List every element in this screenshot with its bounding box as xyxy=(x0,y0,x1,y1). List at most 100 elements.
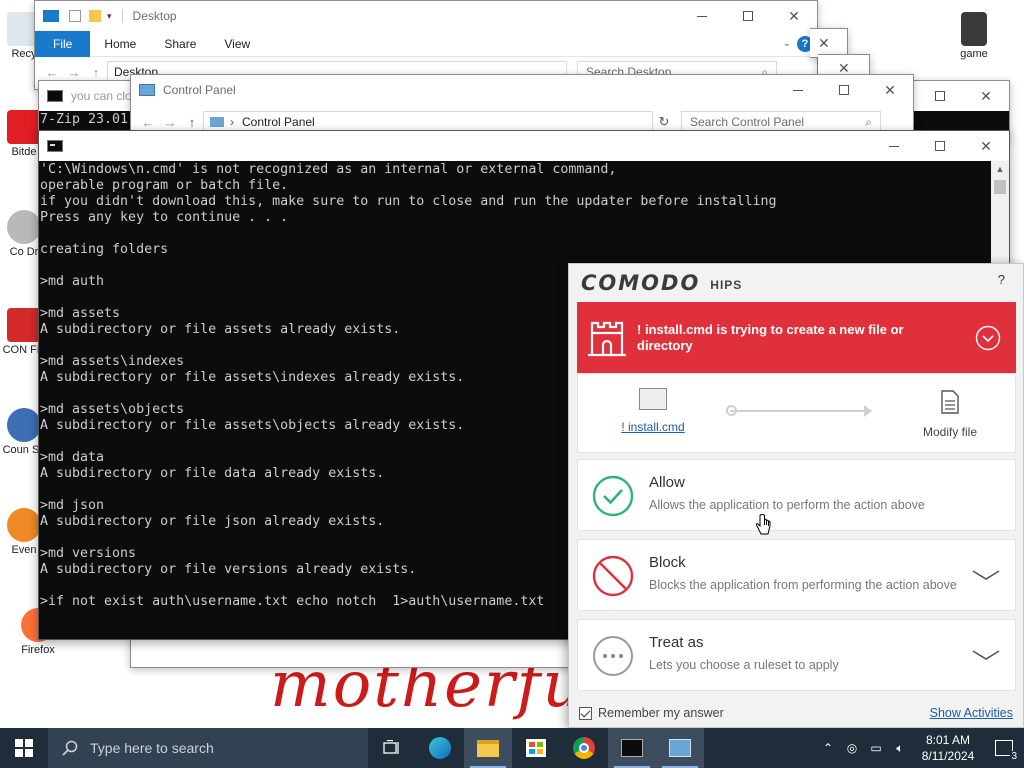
alert-banner: ! install.cmd is trying to create a new … xyxy=(577,302,1016,373)
allow-description: Allows the application to perform the ac… xyxy=(649,498,925,512)
ribbon-tab-home[interactable]: Home xyxy=(90,37,150,51)
notification-center-button[interactable]: 3 xyxy=(984,740,1024,762)
up-button[interactable]: ↑ xyxy=(181,115,203,130)
back-button[interactable]: ← xyxy=(41,65,63,80)
source-application-link[interactable]: ! install.cmd xyxy=(608,420,698,434)
ribbon-collapse-icon[interactable]: ⌄ xyxy=(783,38,791,49)
ribbon-tab-file[interactable]: File xyxy=(35,30,91,57)
block-option[interactable]: Block Blocks the application from perfor… xyxy=(577,539,1016,611)
treat-as-title: Treat as xyxy=(649,634,704,651)
desktop-icon-game[interactable]: game xyxy=(950,12,998,60)
hand-cursor-icon xyxy=(755,514,771,535)
minimize-button[interactable] xyxy=(871,131,917,161)
product-name: HIPS xyxy=(710,278,743,292)
block-title: Block xyxy=(649,554,686,571)
notification-count: 3 xyxy=(1010,751,1018,762)
block-icon xyxy=(592,555,634,597)
comodo-header: COMODO HIPS ? xyxy=(569,264,1023,302)
taskbar-chrome[interactable] xyxy=(560,728,608,768)
show-activities-link[interactable]: Show Activities xyxy=(930,706,1013,720)
close-button[interactable]: ✕ xyxy=(963,81,1009,111)
taskbar-file-explorer[interactable] xyxy=(464,728,512,768)
back-button[interactable]: ← xyxy=(137,115,159,130)
everything-icon xyxy=(7,508,41,542)
control-panel-icon xyxy=(669,739,691,757)
maximize-button[interactable] xyxy=(917,81,963,111)
console-line: operable program or batch file. xyxy=(40,178,289,193)
chevron-right-icon: › xyxy=(230,115,234,129)
windows-logo-icon xyxy=(15,739,33,757)
forward-button[interactable]: → xyxy=(63,65,85,80)
treat-as-description: Lets you choose a ruleset to apply xyxy=(649,658,839,672)
bitdefender-icon xyxy=(7,110,41,144)
more-options-icon xyxy=(592,635,634,677)
network-icon[interactable]: ▭ xyxy=(864,741,888,755)
file-icon xyxy=(941,390,959,414)
chevron-down-icon[interactable] xyxy=(971,648,1001,665)
task-view-button[interactable] xyxy=(368,728,416,768)
castle-icon xyxy=(577,302,637,373)
taskbar-cmd[interactable] xyxy=(608,728,656,768)
cmd-icon xyxy=(47,140,63,152)
close-button[interactable]: ✕ xyxy=(818,35,830,52)
taskbar-edge[interactable] xyxy=(416,728,464,768)
maximize-button[interactable] xyxy=(725,1,771,31)
dragon-icon xyxy=(7,210,41,244)
comodo-hips-dialog[interactable]: COMODO HIPS ? ! install.cmd is trying to… xyxy=(568,263,1024,728)
explorer-titlebar[interactable]: ▾ Desktop ✕ xyxy=(35,1,817,31)
close-button[interactable]: ✕ xyxy=(963,131,1009,161)
scroll-up-arrow-icon[interactable]: ▲ xyxy=(991,161,1009,178)
block-description: Blocks the application from performing t… xyxy=(649,578,957,592)
help-button[interactable]: ? xyxy=(998,272,1005,287)
console-line: 7-Zip 23.01 xyxy=(40,112,129,127)
console-line: Press any key to continue . . . xyxy=(40,210,289,225)
search-icon: ⌕ xyxy=(865,114,872,129)
action-flow: ! install.cmd Modify file xyxy=(577,373,1016,453)
scroll-thumb[interactable] xyxy=(994,180,1006,194)
forward-button[interactable]: → xyxy=(159,115,181,130)
window-title: Desktop xyxy=(121,9,177,23)
close-button[interactable]: ✕ xyxy=(771,1,817,31)
folder-icon xyxy=(477,739,499,757)
maximize-button[interactable] xyxy=(917,131,963,161)
console-line: creating folders xyxy=(40,242,169,257)
console-line: 'C:\Windows\n.cmd' is not recognized as … xyxy=(40,162,617,177)
allow-option[interactable]: Allow Allows the application to perform … xyxy=(577,459,1016,531)
minimize-button[interactable] xyxy=(775,75,821,105)
ribbon-tab-share[interactable]: Share xyxy=(150,37,210,51)
ribbon-tab-view[interactable]: View xyxy=(210,37,264,51)
search-icon xyxy=(62,740,78,756)
check-circle-icon xyxy=(592,475,634,517)
control-panel-icon xyxy=(210,117,224,127)
webcam-icon[interactable]: ◎ xyxy=(840,741,864,755)
chrome-icon xyxy=(573,737,595,759)
application-window-icon xyxy=(639,388,667,410)
maximize-button[interactable] xyxy=(821,75,867,105)
quick-access-dropdown-icon[interactable]: ▾ xyxy=(107,11,112,22)
volume-icon[interactable]: 🔈︎ xyxy=(888,741,912,756)
chevron-down-icon[interactable] xyxy=(971,568,1001,585)
up-button[interactable]: ↑ xyxy=(85,65,107,80)
show-hidden-icons-chevron-icon[interactable]: ⌃ xyxy=(816,741,840,755)
close-button[interactable]: ✕ xyxy=(867,75,913,105)
notification-icon: 3 xyxy=(995,740,1018,762)
flow-line xyxy=(730,410,868,412)
new-folder-icon[interactable] xyxy=(89,10,101,22)
expand-details-chevron-icon[interactable] xyxy=(960,325,1016,351)
remember-answer-label: Remember my answer xyxy=(598,706,724,720)
flow-arrow-icon xyxy=(864,405,872,417)
taskbar-control-panel[interactable] xyxy=(656,728,704,768)
start-button[interactable] xyxy=(0,728,48,768)
minimize-button[interactable] xyxy=(679,1,725,31)
taskbar-store[interactable] xyxy=(512,728,560,768)
allow-title: Allow xyxy=(649,474,685,491)
properties-icon[interactable] xyxy=(69,10,81,22)
task-view-icon xyxy=(383,740,399,754)
remember-answer-checkbox[interactable] xyxy=(579,706,592,720)
treat-as-option[interactable]: Treat as Lets you choose a ruleset to ap… xyxy=(577,619,1016,691)
store-icon xyxy=(526,739,546,757)
system-clock[interactable]: 8:01 AM 8/11/2024 xyxy=(912,732,984,764)
refresh-button[interactable]: ↻ xyxy=(653,114,675,130)
console-titlebar[interactable]: ✕ xyxy=(39,131,1009,161)
taskbar-search-box[interactable]: Type here to search xyxy=(48,728,368,768)
